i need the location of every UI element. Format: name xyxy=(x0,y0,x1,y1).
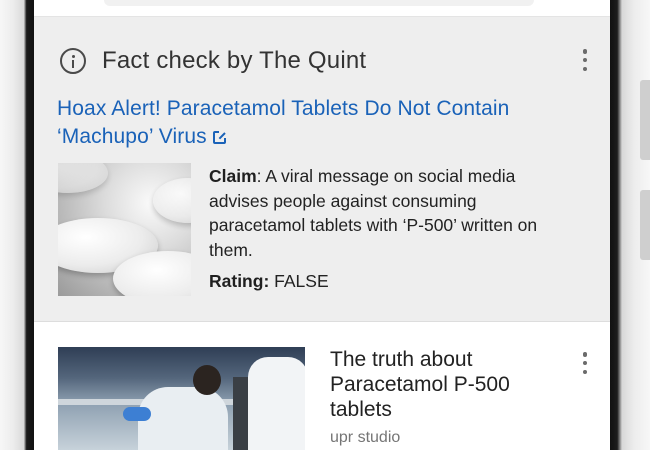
article-title[interactable]: The truth about Paracetamol P-500 tablet… xyxy=(330,347,550,422)
article-result[interactable]: The truth about Paracetamol P-500 tablet… xyxy=(34,322,610,450)
tablets-thumbnail[interactable] xyxy=(58,163,191,296)
claim-body: : A viral message on social media advise… xyxy=(209,166,538,260)
external-link-icon xyxy=(212,130,227,144)
fact-check-headline-link[interactable]: Hoax Alert! Paracetamol Tablets Do Not C… xyxy=(57,95,557,151)
power-button xyxy=(640,190,650,260)
claim-text: Claim: A viral message on social media a… xyxy=(209,164,574,262)
more-vert-icon[interactable] xyxy=(582,49,588,71)
fact-check-title: Fact check by The Quint xyxy=(102,47,367,74)
device-frame-left xyxy=(0,0,34,450)
search-bar-edge xyxy=(34,0,610,17)
rating: Rating: FALSE xyxy=(209,271,329,292)
headline-text[interactable]: Hoax Alert! Paracetamol Tablets Do Not C… xyxy=(57,97,509,148)
fact-check-header: Fact check by The Quint xyxy=(60,43,366,79)
volume-button xyxy=(640,80,650,160)
fact-check-card: Fact check by The Quint Hoax Alert! Para… xyxy=(34,17,610,322)
phone-screen: Fact check by The Quint Hoax Alert! Para… xyxy=(34,0,610,450)
article-source: upr studio xyxy=(330,429,401,446)
claim-label: Claim xyxy=(209,166,257,186)
search-box[interactable] xyxy=(104,0,534,6)
device-frame-right xyxy=(610,0,650,450)
rating-label: Rating: xyxy=(209,271,270,291)
lab-thumbnail[interactable] xyxy=(58,347,305,450)
more-vert-icon[interactable] xyxy=(582,352,588,374)
info-icon[interactable] xyxy=(60,48,86,74)
rating-value: FALSE xyxy=(269,271,329,291)
